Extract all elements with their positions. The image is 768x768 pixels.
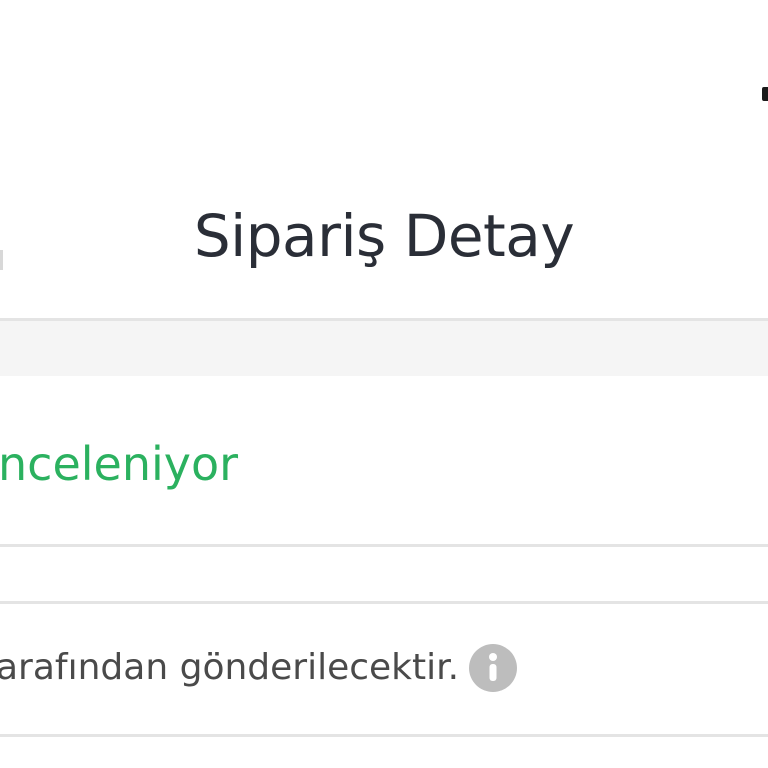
section-spacer [0,321,768,376]
page-title: Sipariş Detay [193,202,575,270]
shipping-info-text: arafından gönderilecektir. [0,647,460,688]
status-divider [0,544,768,547]
close-icon[interactable] [762,87,768,101]
order-detail-page: Sipariş Detay nceleniyor arafından gönde… [0,0,768,768]
info-glyph-icon [489,653,498,681]
bottom-divider [0,734,768,737]
order-status-label: nceleniyor [0,437,239,491]
section-divider [0,601,768,604]
shipping-info-row: arafından gönderilecektir. [0,640,518,696]
info-icon[interactable] [469,644,518,692]
